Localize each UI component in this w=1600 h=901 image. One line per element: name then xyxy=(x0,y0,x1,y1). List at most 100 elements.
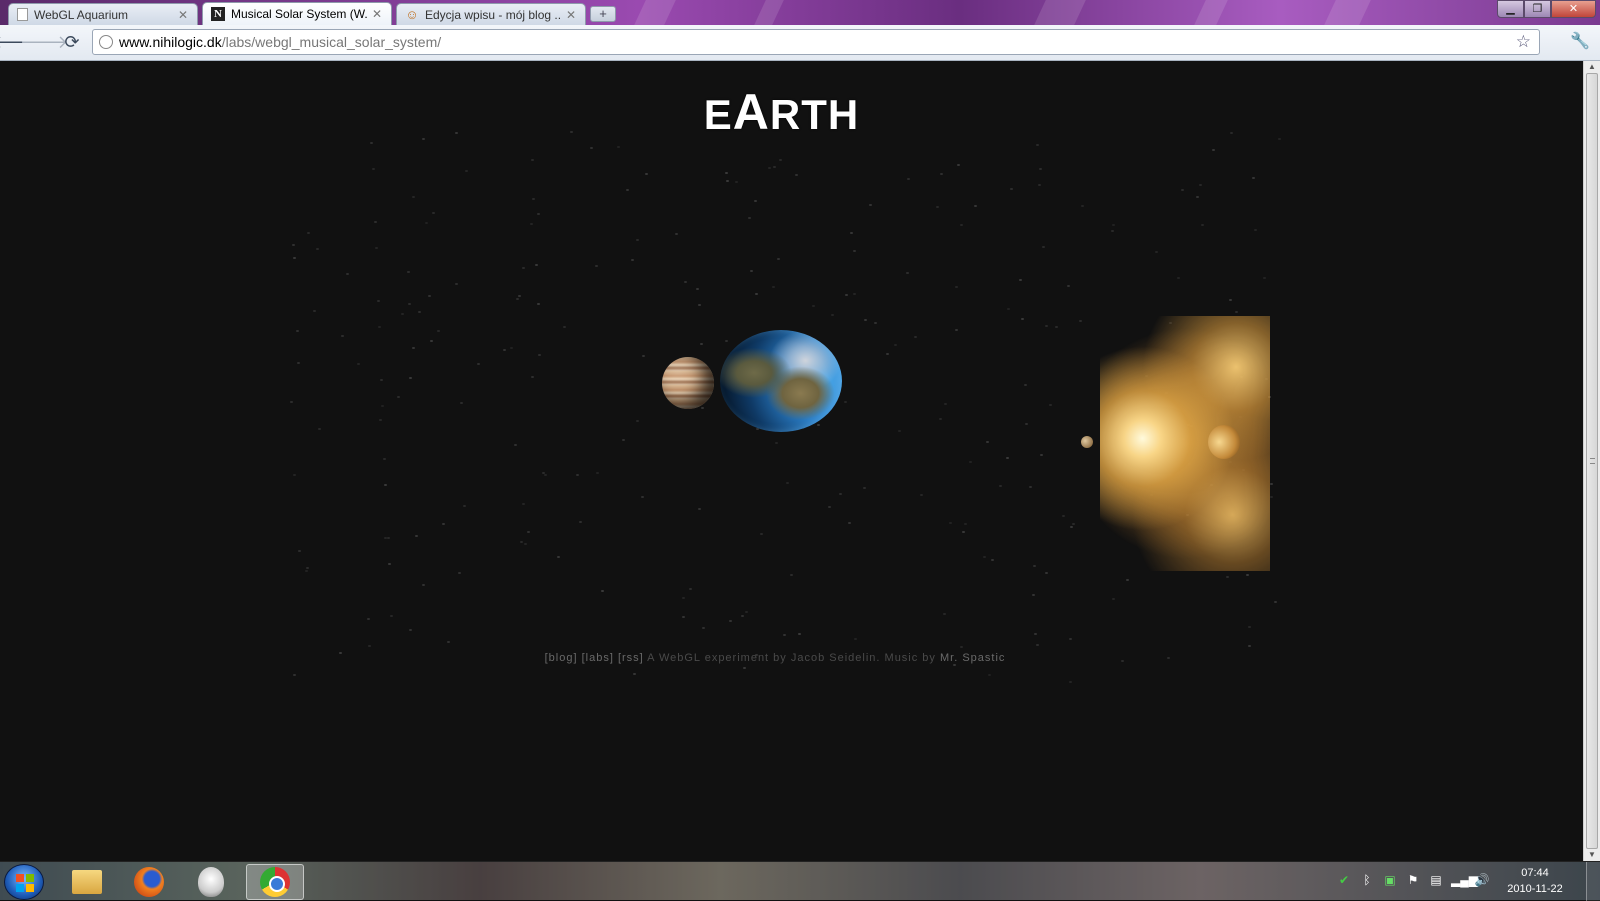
star-particle xyxy=(1036,644,1039,646)
vertical-scrollbar[interactable]: ▲ ▼ xyxy=(1583,61,1600,861)
star-particle xyxy=(906,272,909,274)
close-window-button[interactable]: ✕ xyxy=(1551,0,1596,18)
star-particle xyxy=(510,347,513,349)
scroll-thumb[interactable] xyxy=(1586,73,1598,849)
star-particle xyxy=(380,379,383,381)
maximize-button[interactable]: ❐ xyxy=(1524,0,1551,18)
tab-musical-solar-system[interactable]: N Musical Solar System (W... ✕ xyxy=(202,2,392,25)
close-icon[interactable]: ✕ xyxy=(371,7,383,21)
star-particle xyxy=(477,363,480,365)
forward-button[interactable]: 🡒 xyxy=(20,31,68,55)
labs-link[interactable]: [labs] xyxy=(582,652,614,664)
tab-webgl-aquarium[interactable]: WebGL Aquarium ✕ xyxy=(8,3,198,25)
star-particle xyxy=(949,522,952,524)
app-tray-icon[interactable]: ▣ xyxy=(1382,872,1398,888)
sun[interactable] xyxy=(1100,316,1270,571)
taskbar-explorer[interactable] xyxy=(58,864,116,900)
wrench-icon[interactable]: 🔧 xyxy=(1570,31,1590,51)
power-icon[interactable]: ▤ xyxy=(1428,872,1444,888)
clock-date: 2010-11-22 xyxy=(1507,883,1563,895)
show-desktop-button[interactable] xyxy=(1586,862,1600,901)
musician-link[interactable]: Mr. Spastic xyxy=(940,652,1005,664)
star-particle xyxy=(760,533,763,535)
solar-system-canvas[interactable] xyxy=(290,131,1290,691)
minimize-button[interactable]: ▁ xyxy=(1497,0,1524,18)
star-particle xyxy=(886,353,889,355)
star-particle xyxy=(292,244,295,246)
volume-icon[interactable]: 🔊 xyxy=(1474,872,1490,888)
star-particle xyxy=(645,173,648,175)
venus-planet[interactable] xyxy=(1208,425,1240,459)
star-particle xyxy=(522,503,525,505)
start-button[interactable] xyxy=(4,864,44,900)
rss-link[interactable]: [rss] xyxy=(618,652,644,664)
sync-icon[interactable]: ✔ xyxy=(1336,872,1352,888)
tab-edycja-wpisu[interactable]: ☺ Edycja wpisu - mój blog ... ✕ xyxy=(396,3,586,25)
star-particle xyxy=(432,212,435,214)
star-particle xyxy=(460,402,463,404)
star-particle xyxy=(557,556,560,558)
mercury-planet[interactable] xyxy=(1081,436,1093,448)
star-particle xyxy=(1181,189,1184,191)
star-particle xyxy=(1032,594,1035,596)
star-particle xyxy=(293,674,296,676)
star-particle xyxy=(864,319,867,321)
reload-button[interactable]: ⟳ xyxy=(60,31,84,55)
scroll-up-icon[interactable]: ▲ xyxy=(1587,62,1597,72)
new-tab-button[interactable]: + xyxy=(590,6,616,22)
action-center-flag-icon[interactable]: ⚑ xyxy=(1405,872,1421,888)
star-particle xyxy=(772,286,775,288)
bookmark-star-icon[interactable]: ☆ xyxy=(1516,32,1531,52)
star-particle xyxy=(1263,277,1266,279)
system-clock[interactable]: 07:44 2010-11-22 xyxy=(1500,865,1570,897)
star-particle xyxy=(306,567,309,569)
star-particle xyxy=(920,494,923,496)
network-signal-icon[interactable]: ▂▄▆ xyxy=(1451,872,1478,888)
close-icon[interactable]: ✕ xyxy=(565,8,577,22)
star-particle xyxy=(520,541,523,543)
star-particle xyxy=(962,531,965,533)
star-particle xyxy=(296,330,299,332)
star-particle xyxy=(313,310,316,312)
star-particle xyxy=(786,482,789,484)
star-particle xyxy=(943,613,946,615)
scroll-down-icon[interactable]: ▼ xyxy=(1587,850,1597,860)
star-particle xyxy=(955,329,958,331)
close-icon[interactable]: ✕ xyxy=(177,8,189,22)
taskbar-alien-app[interactable] xyxy=(182,864,240,900)
star-particle xyxy=(1024,384,1027,386)
star-particle xyxy=(748,217,751,219)
bluetooth-icon[interactable]: ᛒ xyxy=(1359,872,1375,888)
address-bar[interactable]: www.nihilogic.dk/labs/webgl_musical_sola… xyxy=(92,29,1540,55)
wordpress-icon: ☺ xyxy=(405,7,419,22)
star-particle xyxy=(1040,454,1043,456)
star-particle xyxy=(1019,279,1022,281)
window-titlebar: WebGL Aquarium ✕ N Musical Solar System … xyxy=(0,0,1600,25)
star-particle xyxy=(986,441,989,443)
star-particle xyxy=(1049,404,1052,406)
star-particle xyxy=(370,142,373,144)
chrome-icon xyxy=(260,867,290,897)
star-particle xyxy=(689,588,692,590)
browser-toolbar: 🡐 🡒 ⟳ www.nihilogic.dk/labs/webgl_musica… xyxy=(0,25,1600,61)
star-particle xyxy=(898,430,901,432)
star-particle xyxy=(590,147,593,149)
star-particle xyxy=(1199,184,1202,186)
author-link[interactable]: Jacob Seidelin. xyxy=(791,652,881,664)
earth-planet[interactable] xyxy=(720,330,842,432)
star-particle xyxy=(422,584,425,586)
star-particle xyxy=(1021,318,1024,320)
star-particle xyxy=(290,401,293,403)
taskbar-chrome[interactable] xyxy=(246,864,304,900)
star-particle xyxy=(1029,486,1032,488)
star-particle xyxy=(682,597,685,599)
star-particle xyxy=(636,420,639,422)
taskbar-firefox[interactable] xyxy=(120,864,178,900)
star-particle xyxy=(307,232,310,234)
star-particle xyxy=(1111,230,1114,232)
jupiter-planet[interactable] xyxy=(662,357,714,409)
star-particle xyxy=(735,181,738,183)
star-particle xyxy=(845,294,848,296)
blog-link[interactable]: [blog] xyxy=(545,652,578,664)
star-particle xyxy=(1070,526,1073,528)
